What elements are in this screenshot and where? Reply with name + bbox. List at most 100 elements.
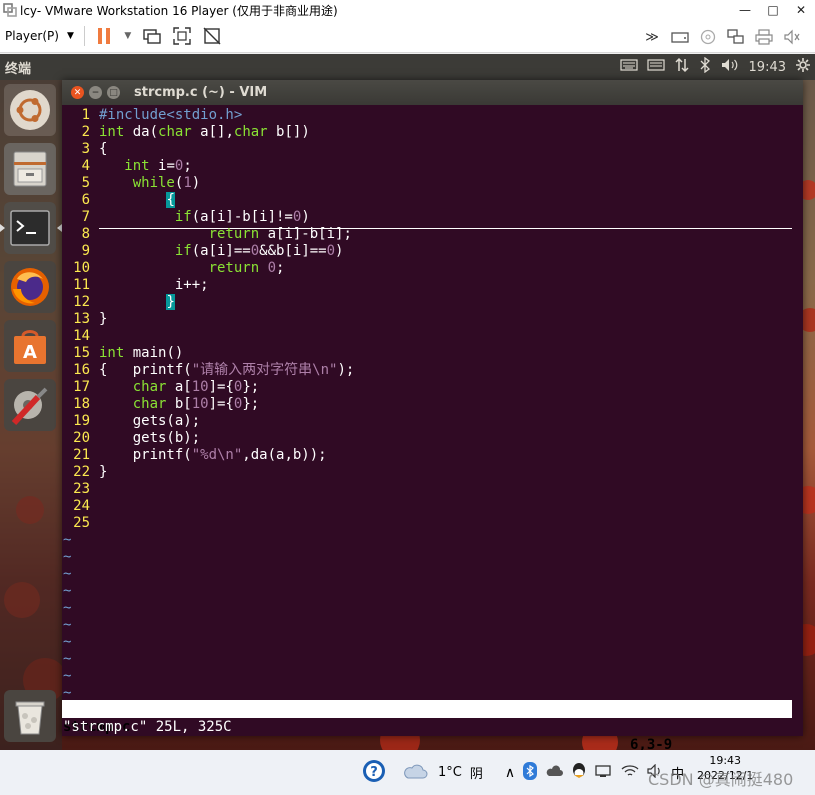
window-maximize-button[interactable]: □ bbox=[107, 86, 120, 99]
vim-title-bar[interactable]: ✕ − □ strcmp.c (~) - VIM bbox=[62, 80, 803, 105]
sound-icon[interactable] bbox=[781, 26, 803, 48]
code-line[interactable]: 7 if(a[i]-b[i]!=0) bbox=[62, 209, 310, 226]
code-line[interactable]: 16 { printf("请输入两对字符串\n"); bbox=[62, 362, 354, 379]
code-line[interactable]: 4 int i=0; bbox=[62, 158, 192, 175]
gear-icon[interactable] bbox=[795, 57, 811, 77]
code-token: ) bbox=[335, 243, 344, 259]
pause-icon[interactable] bbox=[93, 25, 115, 47]
code-token: ); bbox=[337, 362, 355, 378]
code-token: if bbox=[174, 209, 192, 225]
ubuntu-top-panel: 终端 19:43 bbox=[0, 54, 815, 80]
code-token: 10 bbox=[191, 379, 209, 395]
code-line[interactable]: 6 { bbox=[62, 192, 175, 209]
code-token: gets(a); bbox=[99, 413, 201, 429]
code-line[interactable]: 25 bbox=[62, 515, 99, 532]
files-launcher-button[interactable] bbox=[4, 143, 56, 195]
send-ctrl-alt-del-icon[interactable] bbox=[141, 25, 163, 47]
system-settings-launcher-button[interactable] bbox=[4, 379, 56, 431]
keyboard-layout-icon[interactable] bbox=[646, 58, 665, 76]
help-icon[interactable]: ? bbox=[362, 759, 386, 787]
wifi-icon[interactable] bbox=[621, 764, 639, 782]
keyboard-icon[interactable] bbox=[619, 58, 638, 76]
code-line[interactable]: 13} bbox=[62, 311, 107, 328]
code-line[interactable]: 10 return 0; bbox=[62, 260, 284, 277]
code-token: ) bbox=[301, 209, 310, 225]
firefox-icon bbox=[11, 268, 49, 306]
qq-icon[interactable] bbox=[571, 762, 587, 784]
terminal-launcher-button[interactable] bbox=[0, 202, 62, 254]
code-token: int bbox=[124, 158, 150, 174]
empty-buffer-tilde: ~ bbox=[63, 634, 72, 650]
code-line[interactable]: 23 bbox=[62, 481, 99, 498]
network-transfer-icon[interactable] bbox=[674, 57, 690, 77]
onedrive-cloud-icon[interactable] bbox=[545, 764, 564, 781]
code-line[interactable]: 19 gets(a); bbox=[62, 413, 200, 430]
code-line[interactable]: 18 char b[10]={0}; bbox=[62, 396, 259, 413]
code-line[interactable]: 11 i++; bbox=[62, 277, 208, 294]
window-title: lcy- VMware Workstation 16 Player (仅用于非商… bbox=[20, 3, 338, 18]
chevron-up-icon[interactable]: ∧ bbox=[505, 765, 515, 781]
code-line[interactable]: 20 gets(b); bbox=[62, 430, 200, 447]
window-minimize-button[interactable]: − bbox=[89, 86, 102, 99]
bluetooth-tray-icon[interactable] bbox=[523, 761, 538, 784]
player-menu[interactable]: Player(P) ▼ bbox=[5, 29, 74, 43]
fullscreen-icon[interactable] bbox=[171, 25, 193, 47]
network-tray-icon[interactable] bbox=[595, 764, 613, 782]
code-line[interactable]: 1 #include<stdio.h> bbox=[62, 107, 243, 124]
line-number: 10 bbox=[73, 260, 90, 276]
panel-clock[interactable]: 19:43 bbox=[749, 60, 786, 75]
code-token: printf( bbox=[99, 447, 192, 463]
trash-launcher-button[interactable] bbox=[4, 690, 56, 742]
minimize-button[interactable]: — bbox=[731, 0, 759, 20]
line-number: 11 bbox=[73, 277, 90, 293]
code-token: 0 bbox=[326, 243, 336, 259]
empty-buffer-tilde: ~ bbox=[63, 583, 72, 599]
code-line[interactable]: 15 int main() bbox=[62, 345, 183, 362]
code-token: ]={ bbox=[208, 396, 234, 412]
vim-terminal-window[interactable]: ✕ − □ strcmp.c (~) - VIM 1 #include<stdio… bbox=[62, 80, 803, 771]
vim-editor-area[interactable]: 1 #include<stdio.h> 2 int da(char a[],char … bbox=[62, 105, 803, 701]
bluetooth-icon[interactable] bbox=[699, 56, 711, 77]
code-line[interactable]: 12 } bbox=[62, 294, 175, 311]
code-line[interactable]: 3{ bbox=[62, 141, 108, 158]
empty-buffer-tilde: ~ bbox=[63, 651, 72, 667]
line-number: 1 bbox=[81, 107, 90, 123]
code-line[interactable]: 8 return a[i]-b[i]; bbox=[62, 226, 352, 243]
pause-dropdown-icon[interactable]: ▼ bbox=[123, 25, 133, 47]
toolbar-right-icons: ≫ bbox=[641, 26, 809, 48]
weather-cloud-icon[interactable] bbox=[402, 762, 428, 784]
unity-icon[interactable] bbox=[201, 25, 223, 47]
maximize-button[interactable]: □ bbox=[759, 0, 787, 20]
forward-icon[interactable]: ≫ bbox=[641, 26, 663, 48]
code-line[interactable]: 22} bbox=[62, 464, 107, 481]
text-cursor: } bbox=[166, 294, 175, 310]
code-line[interactable]: 17 char a[10]={0}; bbox=[62, 379, 259, 396]
code-line[interactable]: 14 bbox=[62, 328, 99, 345]
software-center-launcher-button[interactable]: A bbox=[4, 320, 56, 372]
code-line[interactable]: 2 int da(char a[],char b[]) bbox=[62, 124, 310, 141]
toolbar-divider bbox=[83, 26, 85, 46]
close-button[interactable]: ✕ bbox=[787, 0, 815, 20]
code-line[interactable]: 24 bbox=[62, 498, 99, 515]
code-line[interactable]: 9 if(a[i]==0&&b[i]==0) bbox=[62, 243, 344, 260]
hard-disk-icon[interactable] bbox=[669, 26, 691, 48]
code-token: ]={ bbox=[208, 379, 234, 395]
code-line[interactable]: 21 printf("%d\n",da(a,b)); bbox=[62, 447, 326, 464]
code-token: b[]) bbox=[267, 124, 310, 140]
firefox-launcher-button[interactable] bbox=[4, 261, 56, 313]
weather-temperature[interactable]: 1°C bbox=[438, 765, 462, 780]
volume-icon[interactable] bbox=[720, 57, 740, 77]
network-icon[interactable] bbox=[725, 26, 747, 48]
panel-indicators: 19:43 bbox=[619, 56, 811, 77]
printer-icon[interactable] bbox=[753, 26, 775, 48]
ubuntu-dash-button[interactable] bbox=[4, 84, 56, 136]
line-number: 7 bbox=[81, 209, 90, 225]
weather-condition[interactable]: 阴 bbox=[470, 763, 483, 782]
code-token: return bbox=[208, 260, 260, 276]
cd-icon[interactable] bbox=[697, 26, 719, 48]
code-line[interactable]: 5 while(1) bbox=[62, 175, 201, 192]
window-close-button[interactable]: ✕ bbox=[71, 86, 84, 99]
ubuntu-launcher: A bbox=[0, 80, 62, 750]
